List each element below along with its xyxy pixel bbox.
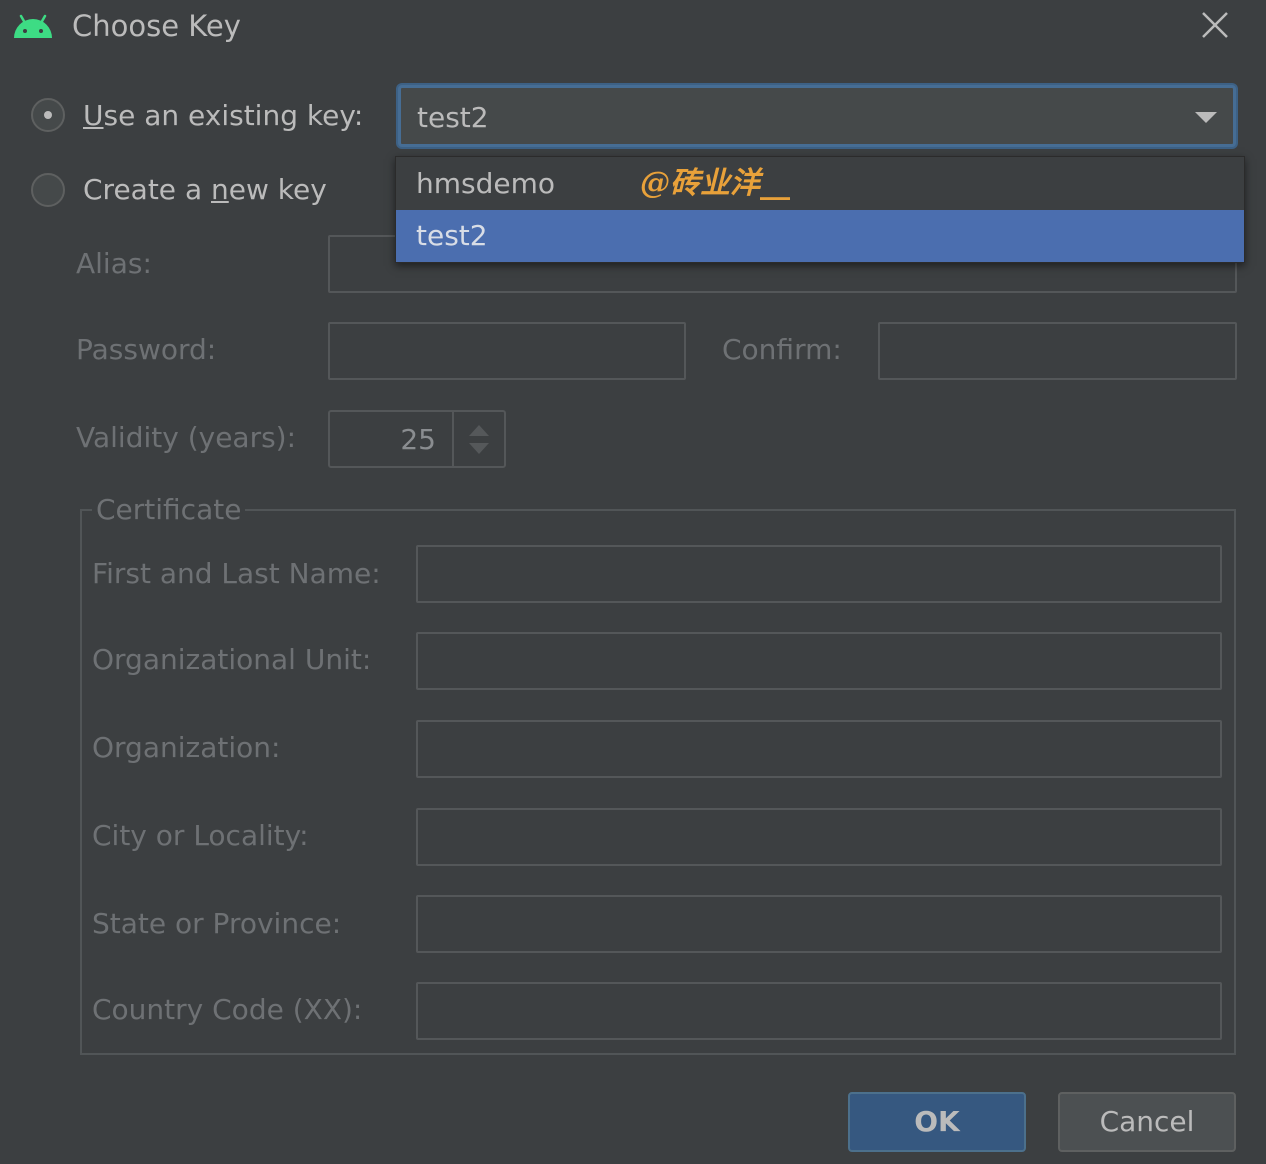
create-new-key-label-prefix: Create a xyxy=(83,173,211,206)
alias-label: Alias: xyxy=(76,247,152,280)
mnemonic-n: n xyxy=(211,173,229,206)
cancel-button[interactable]: Cancel xyxy=(1058,1092,1236,1152)
certificate-title: Certificate xyxy=(92,492,246,528)
validity-value: 25 xyxy=(400,423,436,456)
organization-field[interactable] xyxy=(416,720,1222,778)
dropdown-option-test2[interactable]: test2 xyxy=(396,210,1244,262)
use-existing-key-label[interactable]: Use an existing key: xyxy=(83,98,363,134)
combobox-value: test2 xyxy=(417,101,489,134)
first-last-name-field[interactable] xyxy=(416,545,1222,603)
first-last-name-label: First and Last Name: xyxy=(92,557,381,590)
create-new-key-label-rest: ew key xyxy=(228,173,327,206)
spinner-up-icon[interactable] xyxy=(469,425,489,436)
organizational-unit-label: Organizational Unit: xyxy=(92,643,372,676)
country-code-label: Country Code (XX): xyxy=(92,993,363,1026)
choose-key-dialog: Choose Key Use an existing key: Create a… xyxy=(0,0,1266,1164)
country-code-field[interactable] xyxy=(416,982,1222,1040)
city-locality-label: City or Locality: xyxy=(92,819,309,852)
confirm-password-field[interactable] xyxy=(878,322,1237,380)
dialog-title: Choose Key xyxy=(72,9,241,43)
title-bar: Choose Key xyxy=(0,0,1266,56)
key-alias-dropdown-list: hmsdemo test2 xyxy=(395,156,1245,263)
close-icon[interactable] xyxy=(1198,8,1232,42)
validity-label: Validity (years): xyxy=(76,421,297,454)
spinner-buttons[interactable] xyxy=(452,412,506,466)
create-new-key-label[interactable]: Create a new key xyxy=(83,172,327,208)
spinner-down-icon[interactable] xyxy=(469,443,489,454)
city-locality-field[interactable] xyxy=(416,808,1222,866)
use-existing-key-radio[interactable] xyxy=(31,98,65,132)
password-label: Password: xyxy=(76,333,217,366)
dropdown-option-hmsdemo[interactable]: hmsdemo xyxy=(396,158,1244,210)
organization-label: Organization: xyxy=(92,731,281,764)
ok-button[interactable]: OK xyxy=(848,1092,1026,1152)
confirm-label: Confirm: xyxy=(722,333,842,366)
mnemonic-u: U xyxy=(83,99,104,132)
organizational-unit-field[interactable] xyxy=(416,632,1222,690)
validity-spinner[interactable]: 25 xyxy=(328,410,506,468)
use-existing-key-label-text: se an existing key: xyxy=(103,99,364,132)
watermark-text: @砖业洋__ xyxy=(640,166,790,201)
state-province-label: State or Province: xyxy=(92,907,342,940)
android-icon xyxy=(14,14,52,38)
state-province-field[interactable] xyxy=(416,895,1222,953)
create-new-key-radio[interactable] xyxy=(31,173,65,207)
password-field[interactable] xyxy=(328,322,686,380)
key-alias-combobox[interactable]: test2 xyxy=(398,85,1236,147)
chevron-down-icon[interactable] xyxy=(1195,112,1217,123)
